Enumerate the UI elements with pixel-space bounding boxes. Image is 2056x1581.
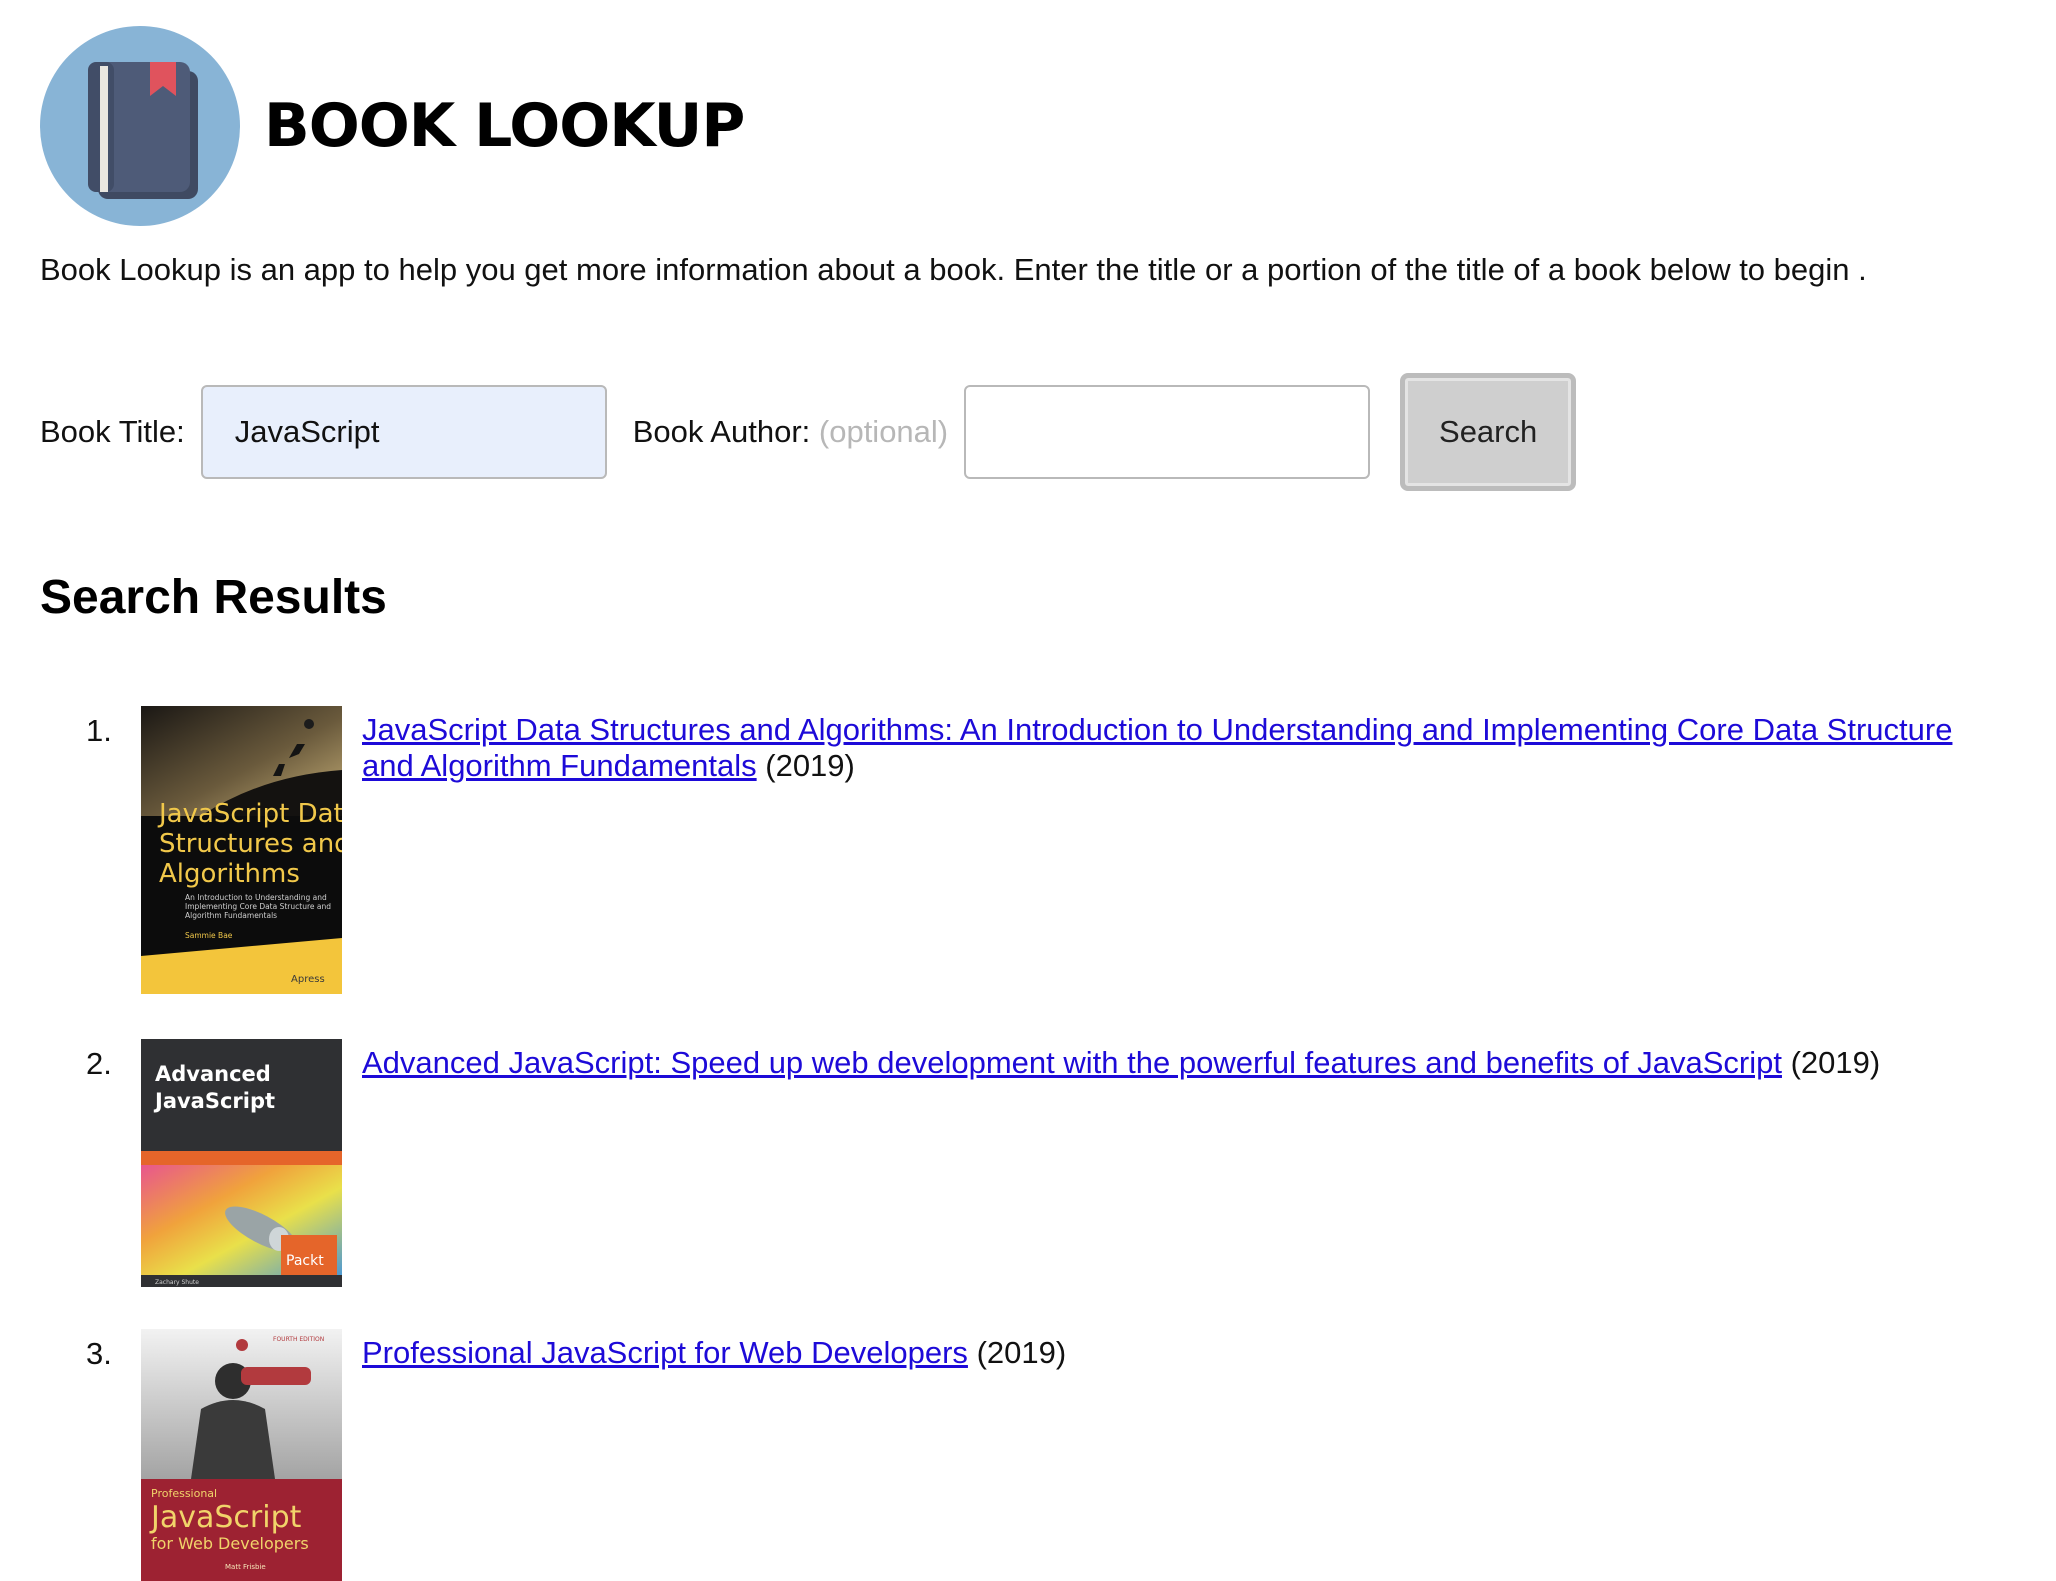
cover-subtitle-line: An Introduction to Understanding and: [185, 893, 327, 902]
cover-publisher: Apress: [291, 974, 325, 985]
optional-hint: (optional): [818, 414, 949, 449]
result-title-link[interactable]: Professional JavaScript for Web Develope…: [362, 1335, 968, 1370]
result-text: JavaScript Data Structures and Algorithm…: [362, 712, 2012, 784]
cover-subtitle-line: Implementing Core Data Structure and: [185, 902, 331, 911]
search-form: Book Title: Book Author: (optional) Sear…: [40, 370, 1577, 494]
book-author-input[interactable]: [964, 385, 1371, 479]
cover-publisher: Packt: [286, 1253, 324, 1269]
cover-title-line: Structures and: [159, 829, 342, 859]
result-text: Professional JavaScript for Web Develope…: [362, 1335, 2012, 1371]
cover-title-line: for Web Developers: [151, 1534, 309, 1553]
intro-text: Book Lookup is an app to help you get mo…: [40, 252, 1867, 287]
book-cover-image[interactable]: Advanced JavaScript Packt Zachary Shute: [141, 1039, 342, 1287]
result-number: 3.: [86, 1336, 112, 1371]
result-title-link[interactable]: JavaScript Data Structures and Algorithm…: [362, 712, 1952, 783]
cover-subtitle-line: Algorithm Fundamentals: [185, 911, 277, 920]
cover-title-line: JavaScript: [149, 1500, 302, 1535]
cover-author: Sammie Bae: [185, 931, 233, 940]
search-button[interactable]: Search: [1400, 373, 1577, 491]
result-number: 1.: [86, 713, 112, 748]
book-author-label-text: Book Author:: [632, 414, 811, 449]
result-number: 2.: [86, 1046, 112, 1081]
result-year: (2019): [1790, 1045, 1881, 1080]
search-results-heading: Search Results: [40, 571, 387, 624]
book-cover-image[interactable]: FOURTH EDITION Professional JavaScript f…: [141, 1329, 342, 1581]
cover-kicker: Professional: [151, 1487, 217, 1500]
app-header: BOOK LOOKUP: [40, 26, 745, 226]
result-text: Advanced JavaScript: Speed up web develo…: [362, 1045, 2012, 1081]
book-cover-image[interactable]: JavaScript Data Structures and Algorithm…: [141, 706, 342, 994]
cover-author: Zachary Shute: [155, 1279, 199, 1286]
result-title-link[interactable]: Advanced JavaScript: Speed up web develo…: [362, 1045, 1782, 1080]
result-year: (2019): [976, 1335, 1067, 1370]
book-icon: [40, 26, 240, 226]
cover-title-line: JavaScript Data: [157, 799, 342, 829]
cover-edition: FOURTH EDITION: [273, 1336, 324, 1343]
result-year: (2019): [765, 748, 855, 783]
cover-title-line: JavaScript: [153, 1089, 275, 1113]
app-title: BOOK LOOKUP: [264, 91, 745, 161]
cover-author: Matt Frisbie: [225, 1563, 266, 1571]
book-title-input[interactable]: [200, 385, 607, 479]
book-author-label: Book Author: (optional): [633, 414, 948, 450]
book-title-label: Book Title:: [40, 414, 185, 449]
cover-title-line: Advanced: [155, 1062, 271, 1086]
cover-title-line: Algorithms: [159, 859, 300, 889]
